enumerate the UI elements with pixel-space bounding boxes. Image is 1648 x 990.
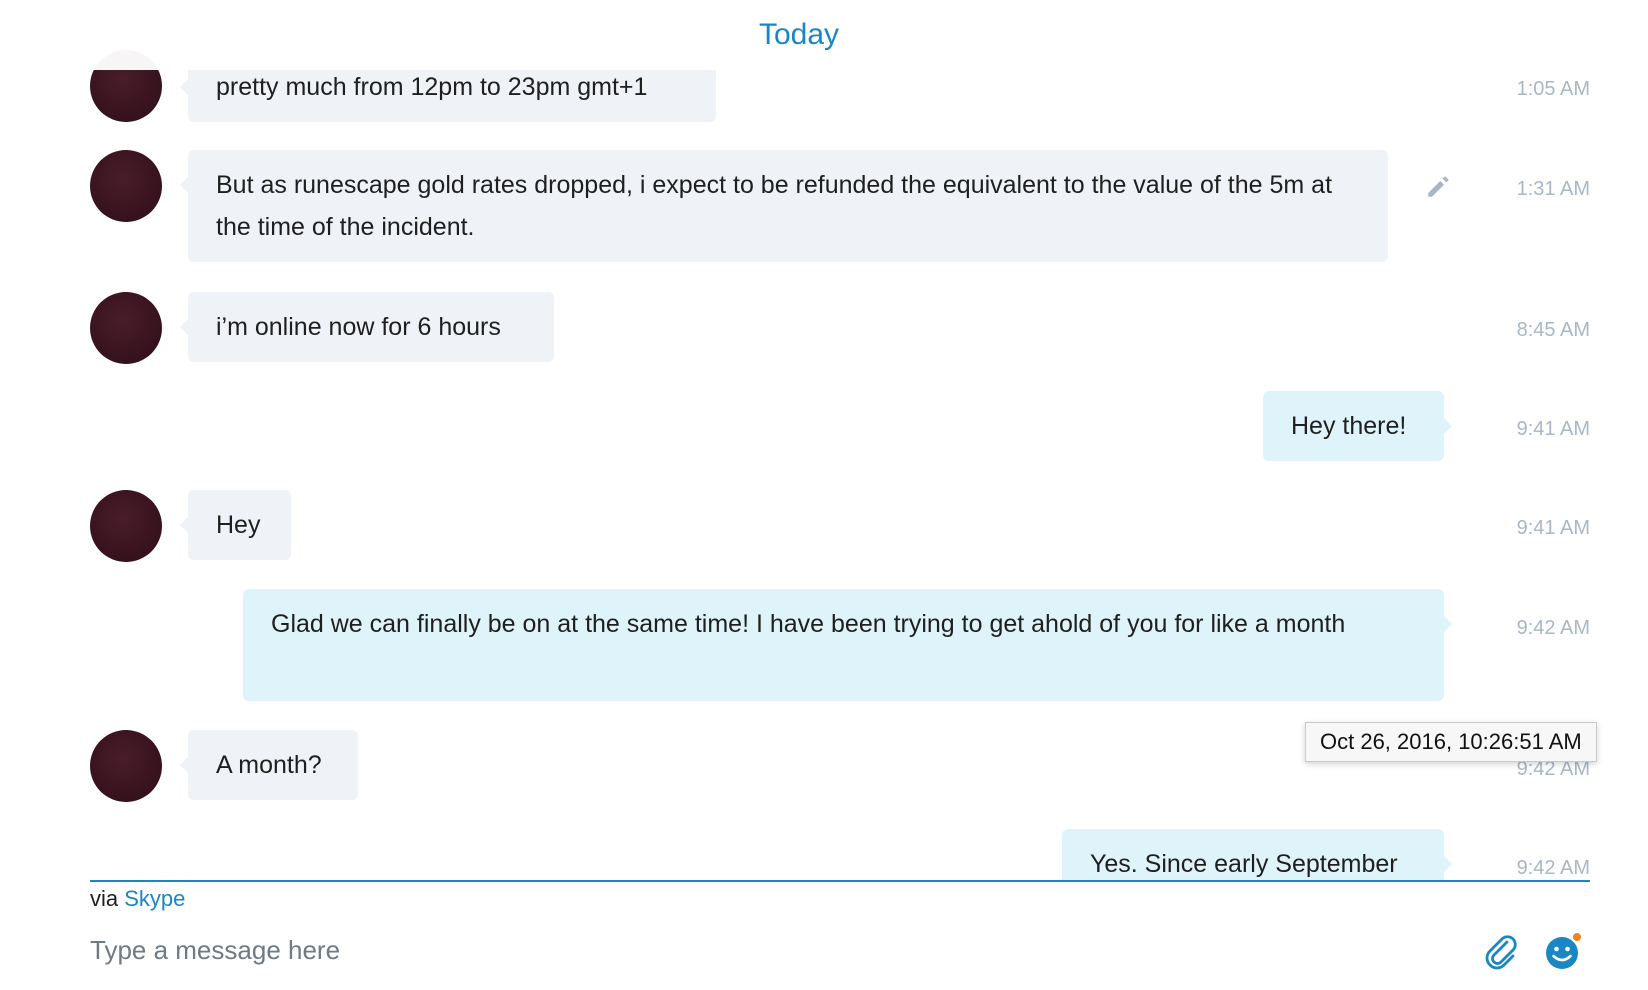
message-input[interactable] [90, 925, 1440, 975]
message-text: Glad we can finally be on at the same ti… [271, 610, 1346, 638]
composer-divider [90, 880, 1590, 882]
paperclip-icon[interactable] [1480, 931, 1520, 971]
message-text: Hey [216, 511, 261, 539]
via-prefix: via [90, 886, 119, 911]
timestamp-tooltip: Oct 26, 2016, 10:26:51 AM [1305, 722, 1597, 762]
message-bubble-incoming[interactable]: A month? [180, 730, 358, 800]
message-timestamp: 1:05 AM [1516, 78, 1590, 100]
message-text: But as runescape gold rates dropped, i e… [216, 171, 1333, 241]
notification-dot [1571, 931, 1583, 943]
contact-avatar[interactable] [90, 150, 162, 222]
message-bubble-incoming[interactable]: i’m online now for 6 hours [180, 292, 554, 362]
chat-window: pretty much from 12pm to 23pm gmt+1 1:05… [0, 0, 1648, 990]
day-label: Today [758, 18, 840, 51]
message-timestamp: 9:41 AM [1516, 517, 1590, 539]
message-bubble-outgoing[interactable]: Glad we can finally be on at the same ti… [243, 589, 1452, 701]
message-text: Yes. Since early September [1090, 850, 1398, 878]
message-timestamp: 9:42 AM [1516, 617, 1590, 639]
day-separator: Today [0, 0, 1648, 70]
message-timestamp: 9:42 AM [1516, 857, 1590, 879]
message-bubble-incoming[interactable]: But as runescape gold rates dropped, i e… [180, 150, 1388, 262]
smiley-icon[interactable] [1542, 929, 1586, 973]
pencil-icon[interactable] [1425, 174, 1451, 200]
via-skype-link[interactable]: Skype [124, 886, 185, 911]
message-timestamp: 9:41 AM [1516, 418, 1590, 440]
contact-avatar[interactable] [90, 490, 162, 562]
contact-avatar[interactable] [90, 292, 162, 364]
message-text: Hey there! [1291, 412, 1407, 440]
contact-avatar[interactable] [90, 730, 162, 802]
message-timestamp: 1:31 AM [1516, 178, 1590, 200]
message-text: i’m online now for 6 hours [216, 313, 501, 341]
message-text: A month? [216, 751, 322, 779]
composer [90, 925, 1590, 975]
message-bubble-outgoing[interactable]: Hey there! [1263, 391, 1452, 461]
message-bubble-incoming[interactable]: Hey [180, 490, 291, 560]
message-bubble-outgoing[interactable]: Yes. Since early September [1062, 829, 1452, 881]
message-text: pretty much from 12pm to 23pm gmt+1 [216, 73, 648, 101]
message-timestamp: 8:45 AM [1516, 319, 1590, 341]
via-label: via Skype [90, 886, 185, 912]
